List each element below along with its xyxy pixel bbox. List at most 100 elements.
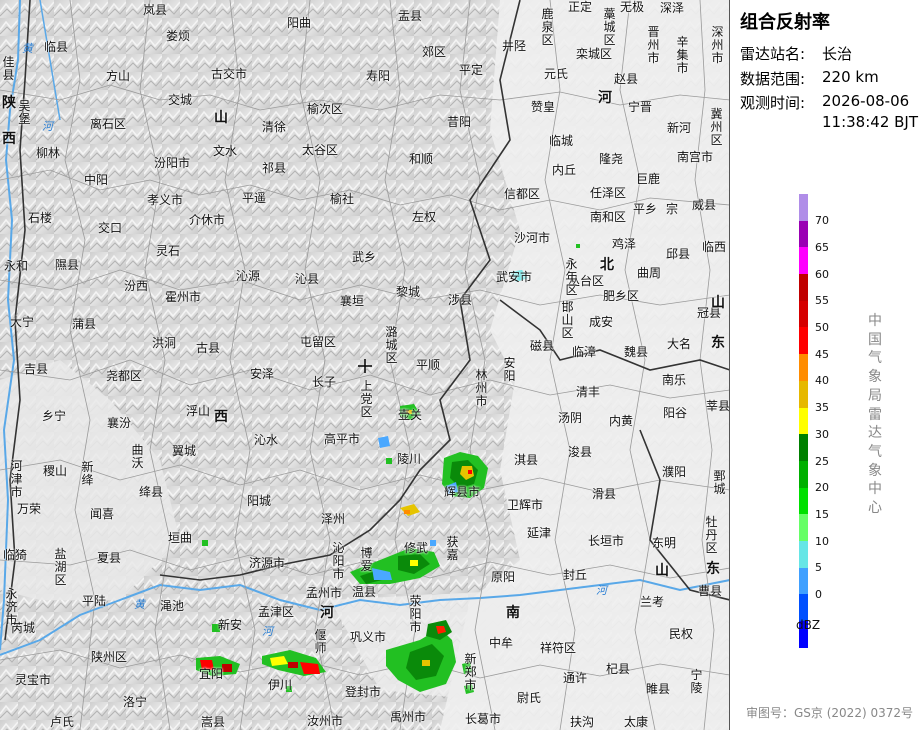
place-label: 平顺 [416, 358, 441, 372]
place-label: 辛集市 [676, 35, 689, 75]
place-label: 大名 [667, 337, 692, 351]
place-label: 祥符区 [540, 641, 577, 655]
legend-tick-label: 45 [815, 347, 829, 361]
province-label: 河 [320, 605, 334, 621]
place-label: 南宫市 [677, 150, 714, 164]
place-label: 乡宁 [42, 409, 67, 423]
place-label: 柳林 [36, 146, 61, 160]
place-label: 清徐 [262, 120, 287, 134]
river-label: 河 [596, 584, 607, 597]
approval-number: 审图号：GS京 (2022) 0372号 [746, 706, 913, 720]
legend-color-swatch [799, 407, 808, 435]
station-value: 长治 [822, 45, 853, 63]
place-label: 介休市 [189, 213, 226, 227]
place-label: 万荣 [17, 502, 42, 516]
place-label: 闻喜 [90, 507, 115, 521]
place-label: 淇县 [514, 453, 539, 467]
organization-char: 局 [868, 387, 882, 404]
radar-map[interactable]: 岚县 娄烦 阳曲 盂县 郊区 井陉 鹿泉区 栾城区 元氏 正定 藁城区 无极 深… [0, 0, 730, 730]
place-label: 汤阴 [558, 411, 583, 425]
place-label: 渑池 [160, 599, 185, 613]
organization-char: 国 [868, 331, 882, 348]
place-label: 肥乡区 [603, 289, 640, 303]
legend-color-swatch [799, 327, 808, 355]
place-label: 霍州市 [165, 290, 202, 304]
legend-tick-label: 20 [815, 481, 829, 495]
place-label: 邯山区 [561, 300, 574, 340]
place-label: 栾城区 [576, 47, 613, 61]
place-label: 巩义市 [350, 630, 387, 644]
organization-char: 心 [868, 500, 882, 517]
place-label: 中阳 [84, 173, 109, 187]
place-label: 岚县 [143, 3, 168, 17]
place-label: 孟津区 [258, 605, 295, 619]
place-label: 长葛市 [465, 712, 502, 726]
product-title: 组合反射率 [740, 12, 830, 33]
place-label: 浮山 [186, 404, 211, 418]
province-label: 北 [600, 257, 614, 273]
organization-char: 中 [868, 481, 882, 498]
place-label: 祁县 [262, 161, 287, 175]
place-label: 新安 [218, 618, 243, 632]
place-label: 陕州区 [91, 650, 128, 664]
place-label: 巨鹿 [636, 172, 661, 186]
place-label: 长垣市 [588, 534, 625, 548]
place-label: 榆社 [330, 192, 355, 206]
place-label: 曲周 [637, 266, 662, 280]
place-label: 温县 [352, 585, 377, 599]
place-label: 南和区 [590, 210, 627, 224]
place-label: 翼城 [172, 444, 197, 458]
place-label: 辉县市 [444, 485, 481, 499]
legend-tick-label: 60 [815, 267, 829, 281]
place-label: 兰考 [640, 595, 665, 609]
place-label: 宁晋 [628, 100, 653, 114]
legend-color-swatch [799, 434, 808, 461]
terrain-layer [0, 0, 729, 730]
place-label: 昔阳 [447, 115, 472, 129]
legend-tick-label: 0 [815, 588, 822, 601]
place-label: 太康 [624, 715, 649, 729]
place-label: 东明 [652, 536, 677, 550]
place-label: 隆尧 [599, 152, 624, 166]
place-label: 夏县 [97, 551, 122, 565]
place-label: 临猗 [3, 548, 28, 562]
place-label: 灵宝市 [15, 673, 52, 687]
place-label: 黎城 [396, 285, 421, 299]
place-label: 娄烦 [166, 29, 191, 43]
legend-tick-label: 40 [815, 374, 829, 388]
place-label: 临县 [44, 40, 69, 54]
organization-char: 气 [868, 350, 882, 367]
place-label: 阳曲 [287, 16, 312, 30]
place-label: 屯留区 [300, 335, 337, 349]
range-row: 数据范围: 220 km [740, 68, 879, 89]
place-label: 高平市 [324, 432, 361, 446]
place-label: 长子 [312, 375, 337, 389]
legend-tick-label: 5 [815, 561, 822, 575]
place-label: 交城 [168, 93, 193, 107]
place-label: 尧都区 [106, 369, 143, 383]
legend-color-swatch [799, 247, 808, 275]
place-label: 滑县 [592, 487, 617, 501]
province-label: 山 [711, 295, 725, 311]
place-label: 南乐 [662, 373, 687, 387]
river-label: 黄 [134, 598, 145, 611]
place-label: 稷山 [43, 464, 68, 478]
place-label: 上党区 [360, 379, 373, 419]
place-label: 宁陵 [690, 668, 703, 695]
place-label: 阳谷 [663, 406, 688, 420]
place-label: 赵县 [614, 72, 639, 86]
place-label: 磁县 [530, 339, 555, 353]
place-label: 河津市 [10, 459, 23, 499]
place-label: 武乡 [352, 250, 377, 264]
place-label: 沁水 [254, 433, 279, 447]
legend-unit: dBZ [796, 618, 821, 632]
organization-char: 气 [868, 443, 882, 460]
legend-tick-label: 55 [815, 294, 829, 308]
place-label: 藁城区 [603, 7, 616, 47]
place-label: 盂县 [398, 9, 423, 23]
station-label: 雷达站名: [740, 45, 806, 63]
place-label: 威县 [692, 198, 717, 212]
province-label: 陕 [2, 95, 16, 111]
place-label: 魏县 [624, 345, 649, 359]
organization-char: 象 [868, 369, 882, 386]
